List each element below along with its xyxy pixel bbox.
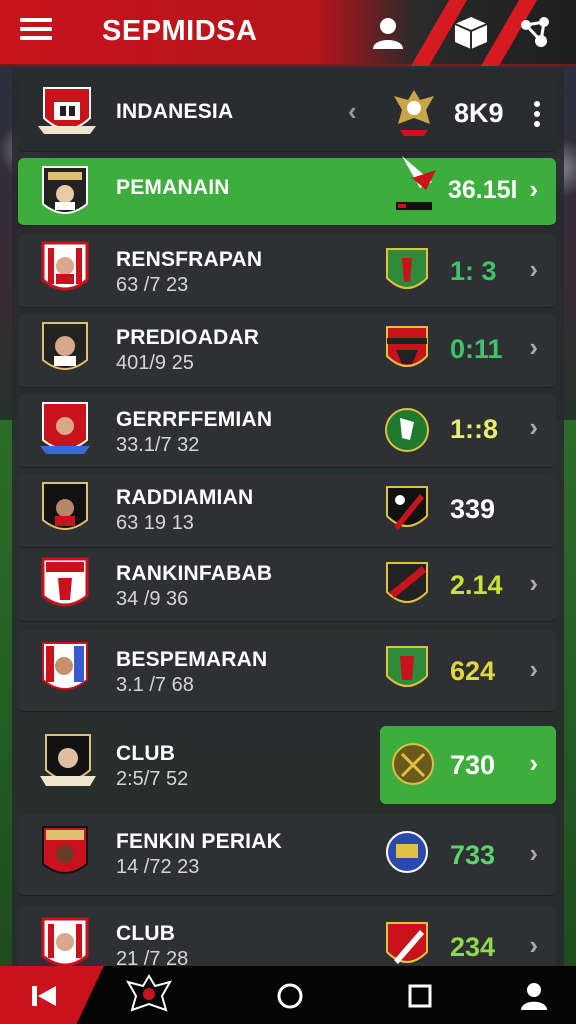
share-icon[interactable] (516, 13, 556, 53)
team-name: PEMANAIN (116, 176, 230, 199)
team-score: 0:11 (450, 334, 503, 364)
chevron-right-icon[interactable]: › (529, 838, 538, 869)
chevron-right-icon[interactable]: › (529, 748, 538, 779)
opponent-crest-icon (392, 743, 434, 785)
team-row[interactable]: RENSFRAPAN 63 /7 23 1: 3 › (18, 234, 556, 308)
menu-icon[interactable] (20, 18, 52, 46)
team-score: 2.14 (450, 570, 503, 600)
chevron-right-icon[interactable]: › (529, 332, 538, 363)
eagle-emblem-icon (394, 90, 434, 136)
country-name: INDANESIA (116, 100, 234, 123)
team-score: 339 (450, 494, 496, 524)
team-crest-icon (41, 917, 89, 966)
team-name: CLUB (116, 742, 176, 765)
team-score: 624 (450, 656, 496, 686)
team-stats: 33.1/7 32 (116, 434, 200, 456)
team-stats: 401/9 25 (116, 352, 194, 374)
user-icon[interactable] (518, 980, 550, 1012)
team-row[interactable]: GERRFFEMIAN 33.1/7 32 1::8 › (18, 394, 556, 468)
team-row[interactable]: FENKIN PERIAK 14 /72 23 733 › (18, 814, 556, 896)
team-score: 1::8 (450, 414, 499, 444)
team-crest-icon (41, 557, 89, 607)
team-stats: 2:5/7 52 (116, 768, 189, 790)
cube-icon[interactable] (451, 13, 491, 53)
square-icon[interactable] (404, 980, 436, 1012)
team-stats: 63 19 13 (116, 512, 194, 534)
team-score: 234 (450, 932, 496, 962)
team-name: RANKINFABAB (116, 562, 273, 585)
opponent-crest-icon (386, 248, 428, 289)
team-stats: 21 /7 28 (116, 948, 189, 966)
chevron-left-icon[interactable]: ‹ (348, 96, 538, 127)
team-score: 733 (450, 840, 496, 870)
decor-red-corner (0, 966, 120, 1024)
opponent-crest-icon (386, 646, 428, 687)
team-row[interactable]: BESPEMARAN 3.1 /7 68 624 › (18, 630, 556, 712)
top-app-bar: SEPMIDSA (0, 0, 576, 66)
team-crest-icon (42, 482, 88, 530)
user-icon[interactable] (368, 13, 408, 53)
team-crest-icon (40, 402, 90, 454)
team-crest-icon (40, 734, 96, 786)
opponent-crest-icon (386, 326, 428, 367)
app-title: SEPMIDSA (102, 15, 258, 47)
team-crest-icon (41, 241, 89, 291)
team-name: BESPEMARAN (116, 648, 268, 671)
rewind-icon[interactable] (28, 980, 60, 1012)
more-vertical-icon[interactable] (532, 100, 542, 128)
team-name: PREDIOADAR (116, 326, 260, 349)
team-crest-icon (42, 642, 88, 690)
opponent-crest-icon (386, 831, 428, 873)
opponent-crest-icon (386, 562, 428, 603)
eagle-emblem-icon (125, 974, 173, 1012)
team-score: 1: 3 (450, 256, 497, 286)
team-stats: 63 /7 23 (116, 274, 189, 296)
team-crest-icon (42, 826, 88, 874)
chevron-right-icon[interactable]: › (529, 930, 538, 961)
opponent-crest-icon (385, 408, 429, 452)
team-score: 36.15l (448, 176, 518, 204)
team-row[interactable]: RANKINFABAB 34 /9 36 2.14 › (18, 552, 556, 622)
team-name: GERRFFEMIAN (116, 408, 273, 431)
team-name: RENSFRAPAN (116, 248, 263, 271)
chevron-right-icon[interactable]: › (529, 654, 538, 685)
opponent-crest-icon (386, 486, 428, 530)
flag-emblem-icon (396, 156, 436, 210)
team-name: FENKIN PERIAK (116, 830, 282, 853)
team-row[interactable]: CLUB 21 /7 28 234 › (18, 906, 556, 966)
team-crest-icon (42, 166, 88, 214)
team-stats: 14 /72 23 (116, 856, 200, 878)
header-value: 8K9 (454, 98, 504, 128)
country-header-row[interactable]: INDANESIA ‹ 8K9 (18, 74, 556, 152)
team-score: 730 (450, 750, 496, 780)
team-row[interactable]: PREDIOADAR 401/9 25 0:11 › (18, 314, 556, 388)
chevron-right-icon[interactable]: › (529, 568, 538, 599)
team-row[interactable]: PEMANAIN 36.15l › (18, 156, 556, 226)
chevron-right-icon[interactable]: › (529, 412, 538, 443)
team-name: CLUB (116, 922, 176, 945)
country-crest-icon (38, 87, 96, 134)
team-stats: 3.1 /7 68 (116, 674, 194, 696)
opponent-crest-icon (386, 922, 428, 964)
team-crest-icon (42, 322, 88, 370)
team-name: RADDIAMIAN (116, 486, 254, 509)
team-row[interactable]: CLUB 2:5/7 52 730 › (18, 722, 556, 806)
bottom-navigation-bar (0, 966, 576, 1024)
team-stats: 34 /9 36 (116, 588, 189, 610)
chevron-right-icon[interactable]: › (529, 174, 538, 205)
chevron-right-icon[interactable]: › (529, 254, 538, 285)
team-row[interactable]: RADDIAMIAN 63 19 13 339 (18, 474, 556, 548)
ranking-list: INDANESIA ‹ 8K9 PEMANAIN 36.15l › RENSFR… (12, 68, 564, 966)
home-circle-icon[interactable] (274, 980, 306, 1012)
